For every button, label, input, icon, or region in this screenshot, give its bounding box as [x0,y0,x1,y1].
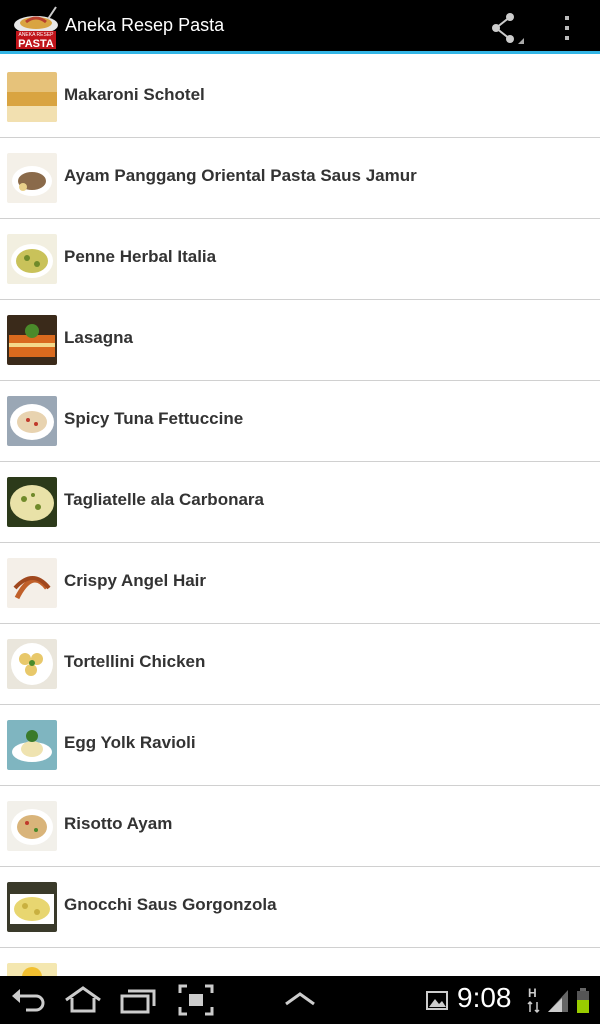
system-bar: 9:08 H [0,976,600,1024]
list-item[interactable]: Makaroni Schotel [0,57,600,138]
recipe-label: Spicy Tuna Fettuccine [64,409,244,428]
list-item[interactable]: Tagliatelle ala Carbonara [0,462,600,543]
recent-apps-button[interactable] [118,984,158,1016]
recipe-label: Egg Yolk Ravioli [64,733,196,752]
list-item[interactable]: Ayam Panggang Oriental Pasta Saus Jamur [0,138,600,219]
chevron-up-icon [285,992,315,1006]
recipe-thumbnail [7,234,57,284]
list-item[interactable]: Lasagna [0,300,600,381]
recipe-label: Makaroni Schotel [64,85,205,104]
list-item[interactable]: Tortellini Chicken [0,624,600,705]
recipe-thumbnail [7,315,57,365]
home-button[interactable] [62,984,104,1016]
recipe-thumbnail [7,801,57,851]
battery-icon [574,984,592,1016]
recipe-label: Gnocchi Saus Gorgonzola [64,895,277,914]
recipe-thumbnail [7,396,57,446]
recipe-thumbnail [7,963,57,976]
recipe-thumbnail [7,882,57,932]
recipe-thumbnail [7,72,57,122]
app-title: Aneka Resep Pasta [65,15,225,35]
logo-text-bottom: PASTA [18,38,54,50]
action-bar: ANEKA RESEP PASTA Aneka Resep Pasta [0,0,600,54]
app-logo-icon[interactable]: ANEKA RESEP PASTA [12,5,60,50]
recipe-label: Lasagna [64,328,133,347]
recipe-label: Tagliatelle ala Carbonara [64,490,264,509]
home-icon [65,986,101,1013]
recipe-thumbnail [7,720,57,770]
gallery-notification-icon[interactable] [426,984,448,1016]
list-item[interactable]: Egg Yolk Ravioli [0,705,600,786]
list-item[interactable]: Penne Herbal Italia [0,219,600,300]
back-icon [12,989,45,1012]
recipe-list[interactable]: Makaroni Schotel Ayam Panggang Oriental … [0,57,600,976]
list-item[interactable] [0,948,600,976]
share-icon [492,13,524,44]
overflow-menu-icon [565,16,569,40]
recipe-label: Ayam Panggang Oriental Pasta Saus Jamur [64,166,417,185]
network-type-label: H [528,986,537,1000]
list-item[interactable]: Risotto Ayam [0,786,600,867]
recipe-thumbnail [7,477,57,527]
overflow-menu-button[interactable] [552,10,582,46]
recipe-thumbnail [7,639,57,689]
network-type-icon: H [526,984,542,1016]
list-item[interactable]: Crispy Angel Hair [0,543,600,624]
recipe-label: Penne Herbal Italia [64,247,217,266]
recent-apps-icon [120,989,156,1014]
list-item[interactable]: Gnocchi Saus Gorgonzola [0,867,600,948]
screenshot-button[interactable] [178,984,214,1016]
recipe-thumbnail [7,153,57,203]
recipe-label: Crispy Angel Hair [64,571,207,590]
recipe-thumbnail [7,558,57,608]
screenshot-icon [178,984,214,1016]
clock: 9:08 [457,982,512,1013]
recipe-label: Risotto Ayam [64,814,173,833]
share-button[interactable] [488,10,528,46]
back-button[interactable] [8,984,48,1016]
list-item[interactable]: Spicy Tuna Fettuccine [0,381,600,462]
signal-icon [546,984,570,1016]
app-tray-button[interactable] [282,984,318,1016]
recipe-label: Tortellini Chicken [64,652,206,671]
